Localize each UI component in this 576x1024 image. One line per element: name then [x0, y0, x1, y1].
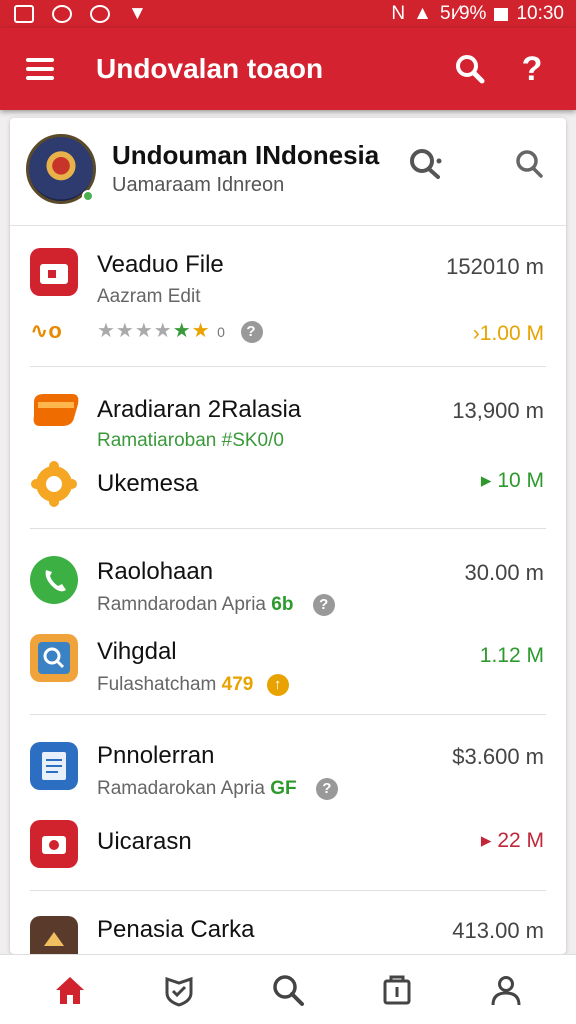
app-name: Raolohaan — [97, 558, 214, 585]
download-count: ›1.00 M — [472, 322, 544, 345]
search-filter-icon[interactable] — [406, 144, 446, 184]
app-title: Undovalan toaon — [96, 53, 324, 84]
list-item[interactable]: Penasia Carka 413.00 m — [10, 892, 566, 954]
signal-icon: ▲ — [413, 3, 432, 24]
rating-value: 0 — [217, 324, 226, 340]
online-badge — [82, 190, 94, 202]
nav-profile[interactable] — [476, 960, 536, 1020]
camera-app-icon — [30, 820, 78, 868]
menu-icon[interactable] — [26, 58, 54, 80]
info-icon[interactable]: ? — [315, 778, 338, 800]
clock: 10:30 — [516, 3, 564, 24]
info-icon[interactable]: ? — [312, 594, 335, 616]
app-name: Penasia Carka — [97, 916, 255, 943]
collection-title: Undouman INdonesia — [112, 140, 380, 170]
phone-app-icon — [30, 556, 78, 604]
game-app-icon — [30, 916, 78, 954]
brand-logo: ∿o — [30, 318, 62, 343]
status-bar: ▼ N ▲ 5ı⁄9% 10:30 — [0, 0, 576, 28]
search-icon[interactable] — [510, 144, 550, 184]
download-count: 1.12 M — [479, 644, 544, 667]
app-subtitle: Ramadarokan Apria GF ? — [97, 778, 338, 800]
battery-text: 5ı⁄9% — [439, 3, 487, 24]
divider — [30, 890, 546, 891]
nav-home[interactable] — [40, 960, 100, 1020]
collection-header[interactable]: Undouman INdonesia Uamaraam Idnreon — [10, 118, 566, 226]
divider — [30, 528, 546, 529]
divider — [30, 714, 546, 715]
app-bar: Undovalan toaon ? — [0, 28, 576, 110]
chrome-icon — [52, 5, 72, 23]
app-size: 152010 m — [446, 254, 544, 279]
file-app-icon — [30, 248, 78, 296]
search-button[interactable] — [448, 47, 492, 91]
nav-shield[interactable] — [149, 960, 209, 1020]
help-icon: ? — [521, 49, 543, 88]
coin-icon: ↑ — [266, 674, 289, 696]
app-name: Vihgdal — [97, 638, 177, 665]
nav-store[interactable] — [367, 960, 427, 1020]
app-name: Uicarasn — [97, 828, 192, 855]
app-name: Veaduo File — [97, 251, 224, 278]
download-count: ▸ 10 M — [480, 469, 544, 492]
list-item[interactable]: Aradiaran 2Ralasia Ramatiaroban #SK0/0 1… — [10, 368, 566, 528]
search-icon — [456, 55, 485, 84]
shield-icon — [165, 976, 193, 1007]
notification-icon — [14, 5, 34, 23]
app-subtitle: Fulashatcham 479 ↑ — [97, 674, 289, 696]
app-subtitle: Ramndarodan Apria 6b ? — [97, 594, 335, 616]
app-size: 30.00 m — [464, 560, 545, 585]
game-icon — [90, 5, 110, 23]
app-subtitle: Ramatiaroban #SK0/0 — [97, 430, 284, 451]
shield-icon: ▼ — [128, 3, 147, 24]
app-size: $3.600 m — [452, 744, 544, 769]
nfc-icon: N — [391, 3, 406, 24]
list-item[interactable]: Pnnolerran Ramadarokan Apria GF ? $3.600… — [10, 716, 566, 890]
list-item[interactable]: Veaduo File Aazram Edit 152010 m ∿o ★★★★… — [10, 226, 566, 366]
list-item[interactable]: Raolohaan Ramndarodan Apria 6b ? 30.00 m… — [10, 530, 566, 706]
cloud-app-icon — [30, 388, 79, 436]
search-app-icon — [30, 634, 78, 682]
help-button[interactable]: ? — [510, 47, 554, 91]
app-name: Ukemesa — [97, 470, 199, 497]
collection-subtitle: Uamaraam Idnreon — [112, 174, 285, 196]
bottom-navigation — [0, 954, 576, 1024]
divider — [30, 366, 546, 367]
app-name: Aradiaran 2Ralasia — [97, 396, 302, 423]
battery-icon — [494, 7, 509, 21]
app-size: 13,900 m — [452, 398, 544, 423]
nav-search[interactable] — [258, 960, 318, 1020]
search-icon — [273, 974, 304, 1006]
home-icon — [56, 976, 85, 1004]
star-rating: ★★★★★★ 0 ? — [97, 318, 263, 343]
download-count: ▸ 22 M — [480, 829, 544, 852]
info-icon[interactable]: ? — [240, 320, 263, 343]
store-icon — [383, 975, 411, 1004]
app-subtitle: Aazram Edit — [97, 286, 201, 307]
profile-icon — [491, 975, 521, 1005]
app-list-card: Undouman INdonesia Uamaraam Idnreon Vead… — [10, 118, 566, 954]
settings-app-icon — [30, 460, 78, 508]
app-name: Pnnolerran — [97, 742, 215, 769]
notes-app-icon — [30, 742, 78, 790]
app-size: 413.00 m — [452, 918, 544, 943]
